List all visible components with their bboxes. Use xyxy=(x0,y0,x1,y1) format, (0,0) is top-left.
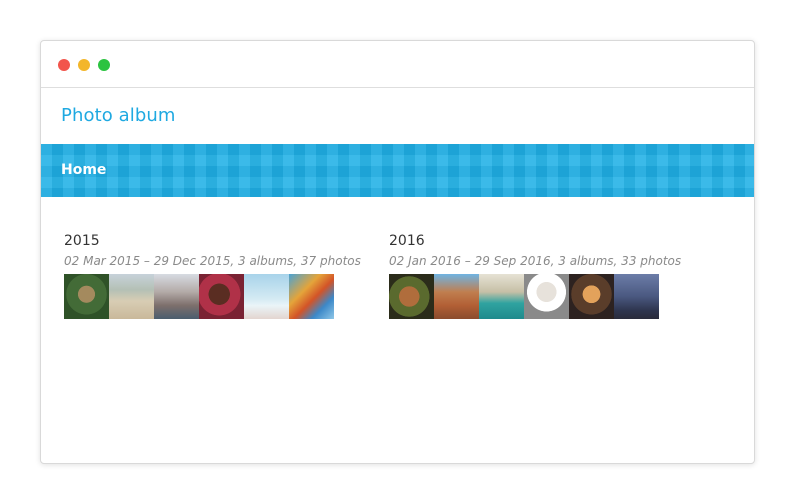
year-title[interactable]: 2015 xyxy=(64,232,374,250)
year-summary: 02 Jan 2016 – 29 Sep 2016, 3 albums, 33 … xyxy=(389,254,682,268)
photo-thumbnail[interactable] xyxy=(64,274,109,319)
photo-thumbnail[interactable] xyxy=(109,274,154,319)
close-window-button[interactable] xyxy=(58,59,70,71)
photo-thumbnail[interactable] xyxy=(524,274,569,319)
photo-thumbnail[interactable] xyxy=(479,274,524,319)
site-header: Photo album xyxy=(41,88,754,144)
year-entry-2016: 2016 02 Jan 2016 – 29 Sep 2016, 3 albums… xyxy=(389,232,699,319)
year-title[interactable]: 2016 xyxy=(389,232,699,250)
photo-thumbnail[interactable] xyxy=(289,274,334,319)
navigation-bar: Home xyxy=(41,144,754,197)
photo-thumbnail[interactable] xyxy=(569,274,614,319)
photo-thumbnail[interactable] xyxy=(244,274,289,319)
browser-window: Photo album Home 2015 02 Mar 2015 – 29 D… xyxy=(40,40,755,464)
window-titlebar xyxy=(41,41,754,88)
photo-thumbnail[interactable] xyxy=(434,274,479,319)
thumbnail-strip xyxy=(64,274,374,319)
photo-thumbnail[interactable] xyxy=(614,274,659,319)
year-summary: 02 Mar 2015 – 29 Dec 2015, 3 albums, 37 … xyxy=(64,254,361,268)
photo-thumbnail[interactable] xyxy=(389,274,434,319)
thumbnail-strip xyxy=(389,274,699,319)
minimize-window-button[interactable] xyxy=(78,59,90,71)
site-title[interactable]: Photo album xyxy=(61,105,176,126)
year-entry-2015: 2015 02 Mar 2015 – 29 Dec 2015, 3 albums… xyxy=(64,232,374,319)
photo-thumbnail[interactable] xyxy=(199,274,244,319)
nav-home-link[interactable]: Home xyxy=(61,162,106,178)
photo-thumbnail[interactable] xyxy=(154,274,199,319)
zoom-window-button[interactable] xyxy=(98,59,110,71)
